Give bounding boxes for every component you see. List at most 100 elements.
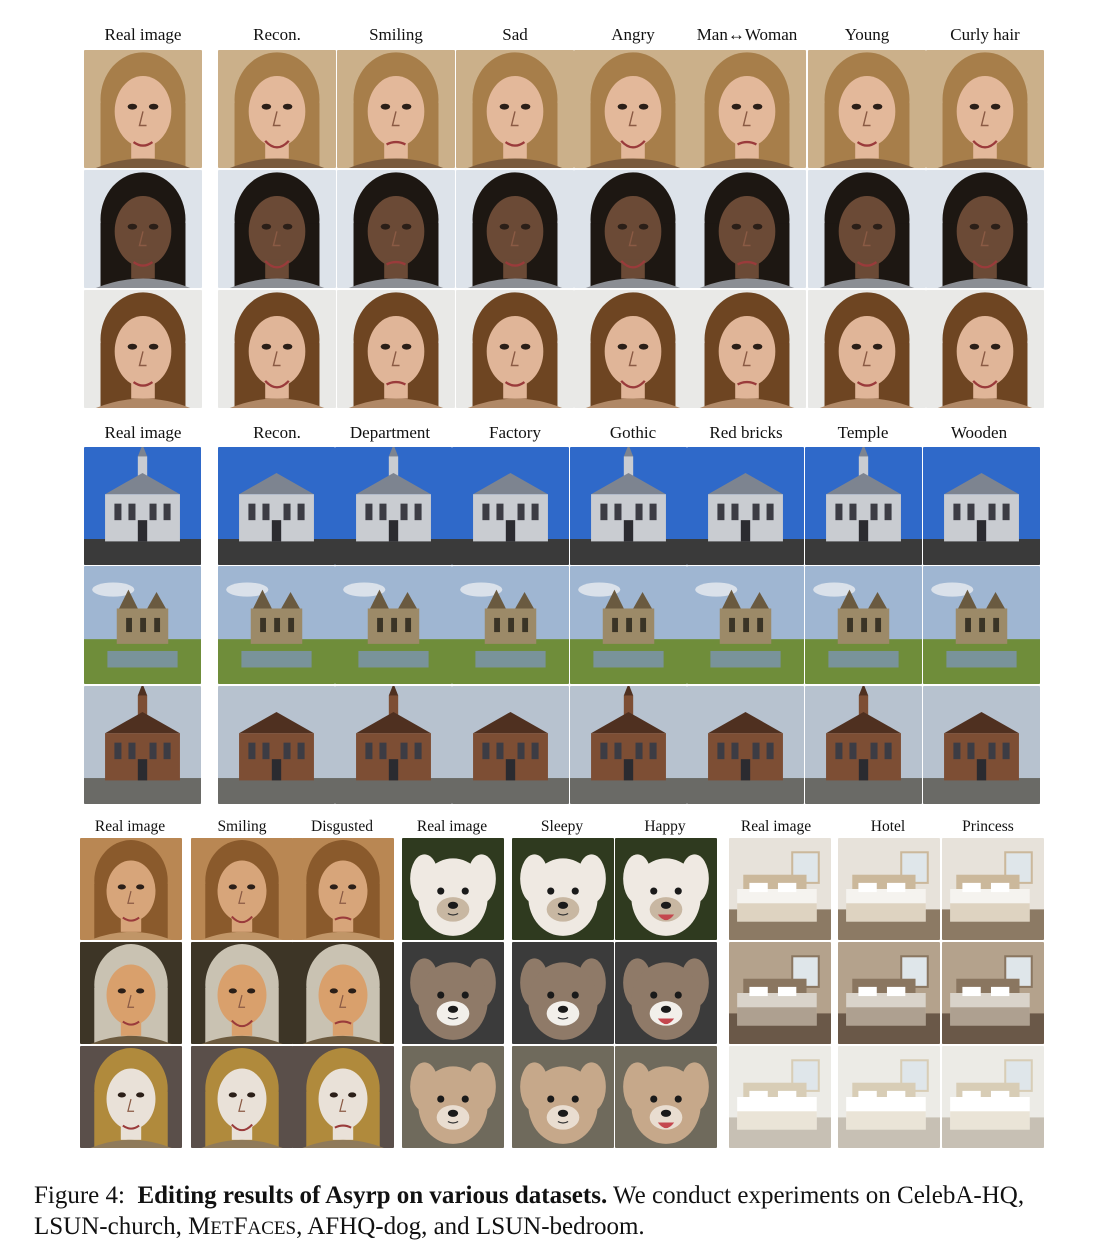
col-header: Real image xyxy=(94,818,166,835)
bedroom-image xyxy=(838,942,940,1044)
metfaces-image xyxy=(292,838,394,940)
col-header: Sad xyxy=(502,25,528,44)
dog-image xyxy=(512,838,614,940)
church-image xyxy=(218,566,335,684)
metfaces-image xyxy=(80,942,182,1044)
caption-text-end: , AFHQ-dog, and LSUN-bedroom. xyxy=(296,1213,645,1240)
face-image xyxy=(84,170,202,288)
metfaces-image xyxy=(191,942,293,1044)
church-image xyxy=(570,447,687,565)
church-image xyxy=(84,566,201,684)
dog-image xyxy=(402,838,504,940)
col-header: Temple xyxy=(837,423,889,442)
col-header: Curly hair xyxy=(950,25,1020,44)
face-image xyxy=(337,170,455,288)
church-image xyxy=(923,447,1040,565)
church-image xyxy=(923,566,1040,684)
face-image xyxy=(688,50,806,168)
face-image xyxy=(574,50,692,168)
col-header: Recon. xyxy=(253,25,301,44)
church-image xyxy=(335,447,452,565)
bedroom-image xyxy=(838,838,940,940)
face-image xyxy=(574,290,692,408)
metfaces-name: METFACES xyxy=(188,1213,297,1240)
bedroom-image xyxy=(729,942,831,1044)
church-image xyxy=(452,566,569,684)
face-image xyxy=(926,50,1044,168)
dog-image xyxy=(512,942,614,1044)
face-image xyxy=(808,290,926,408)
church-image xyxy=(84,447,201,565)
bedroom-image xyxy=(729,1046,831,1148)
col-header: Sleepy xyxy=(540,818,584,835)
church-image xyxy=(687,447,804,565)
col-header: Hotel xyxy=(870,818,906,835)
col-header: Gothic xyxy=(609,423,657,442)
col-header: Recon. xyxy=(253,423,301,442)
church-image xyxy=(923,686,1040,804)
col-header: Real image xyxy=(416,818,488,835)
metfaces-image xyxy=(292,1046,394,1148)
church-image xyxy=(218,447,335,565)
col-header: Department xyxy=(349,423,431,442)
metfaces-image xyxy=(80,1046,182,1148)
metfaces-image xyxy=(191,838,293,940)
church-image xyxy=(335,566,452,684)
face-image xyxy=(808,170,926,288)
dog-image xyxy=(615,1046,717,1148)
church-image xyxy=(84,686,201,804)
church-image xyxy=(452,447,569,565)
face-image xyxy=(688,170,806,288)
face-image xyxy=(218,50,336,168)
col-header: Real image xyxy=(740,818,812,835)
face-image xyxy=(926,290,1044,408)
col-header: Angry xyxy=(611,25,655,44)
figure-caption: Figure 4: Editing results of Asyrp on va… xyxy=(34,1180,1094,1244)
face-image xyxy=(456,170,574,288)
church-image xyxy=(805,447,922,565)
church-image xyxy=(687,566,804,684)
face-image xyxy=(926,170,1044,288)
dog-image xyxy=(402,1046,504,1148)
face-image xyxy=(218,290,336,408)
bedroom-image xyxy=(942,942,1044,1044)
col-header: Happy xyxy=(644,818,686,835)
church-image xyxy=(687,686,804,804)
bedroom-image xyxy=(942,1046,1044,1148)
metfaces-image xyxy=(191,1046,293,1148)
metfaces-image xyxy=(292,942,394,1044)
church-image xyxy=(570,686,687,804)
col-header: Real image xyxy=(104,25,182,44)
col-header: Princess xyxy=(962,818,1014,835)
dog-image xyxy=(402,942,504,1044)
col-header: Young xyxy=(844,25,890,44)
col-header: Smiling xyxy=(369,25,423,44)
church-image xyxy=(570,566,687,684)
caption-title: Editing results of Asyrp on various data… xyxy=(137,1182,608,1209)
metfaces-image xyxy=(80,838,182,940)
face-image xyxy=(456,50,574,168)
face-image xyxy=(456,290,574,408)
caption-label: Figure 4: xyxy=(34,1182,125,1209)
church-image xyxy=(335,686,452,804)
col-header: Red bricks xyxy=(709,423,783,442)
col-header: Wooden xyxy=(950,423,1008,442)
face-image xyxy=(337,50,455,168)
face-image xyxy=(337,290,455,408)
face-image xyxy=(688,290,806,408)
dog-image xyxy=(615,838,717,940)
col-header: Real image xyxy=(104,423,182,442)
dog-image xyxy=(615,942,717,1044)
col-header: Disgusted xyxy=(311,818,373,835)
face-image xyxy=(84,290,202,408)
church-image xyxy=(805,686,922,804)
face-image xyxy=(218,170,336,288)
dog-image xyxy=(512,1046,614,1148)
col-header: Smiling xyxy=(217,818,267,835)
church-image xyxy=(805,566,922,684)
face-image xyxy=(574,170,692,288)
col-header: Factory xyxy=(489,423,541,442)
bedroom-image xyxy=(942,838,1044,940)
face-image xyxy=(808,50,926,168)
bedroom-image xyxy=(729,838,831,940)
